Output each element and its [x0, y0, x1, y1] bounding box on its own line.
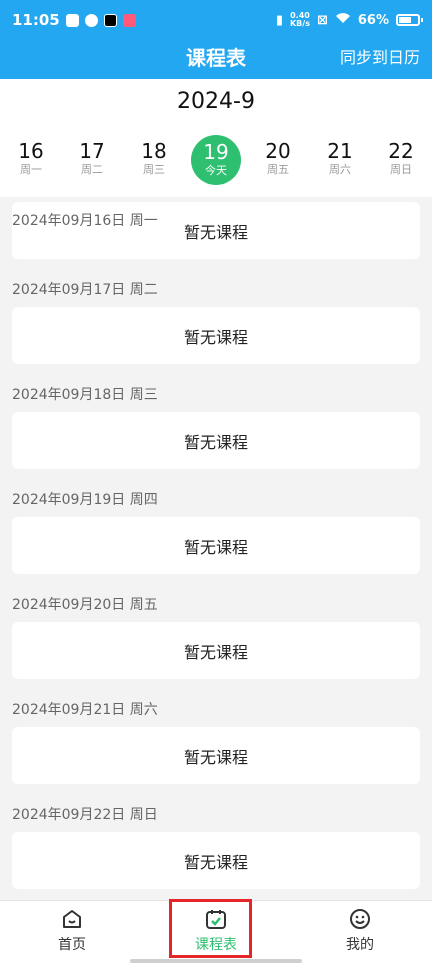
sync-to-calendar-button[interactable]: 同步到日历 — [340, 44, 420, 68]
home-icon — [63, 910, 81, 928]
no-course-text: 暂无课程 — [183, 327, 248, 347]
day-20[interactable]: 20 周五 — [253, 135, 303, 185]
nav-home-label: 首页 — [58, 937, 86, 953]
home-indicator[interactable] — [130, 959, 302, 963]
app-badge-icon — [122, 13, 136, 27]
week-strip: 16 周一 17 周二 18 周三 19 今天 20 周五 21 周六 22 周… — [0, 135, 432, 187]
network-speed: 0.40 KB/s — [290, 12, 310, 28]
month-label: 2024-9 — [177, 89, 255, 114]
day-weekday: 周二 — [81, 163, 103, 176]
course-card[interactable]: 暂无课程 — [12, 622, 420, 679]
course-card[interactable]: 暂无课程 — [12, 832, 420, 889]
nav-mine[interactable]: 我的 — [315, 907, 405, 954]
smiley-icon — [350, 909, 370, 929]
network-speed-unit: KB/s — [289, 19, 310, 28]
nav-mine-label: 我的 — [346, 937, 374, 953]
course-card[interactable]: 暂无课程 — [12, 517, 420, 574]
day-number: 18 — [141, 139, 167, 163]
day-weekday: 周一 — [20, 163, 42, 176]
day-number: 21 — [327, 139, 353, 163]
app-notification-icon — [84, 13, 98, 27]
no-course-text: 暂无课程 — [183, 432, 248, 452]
wifi-icon — [335, 12, 351, 28]
highlight-box — [169, 899, 252, 958]
course-card[interactable]: 暂无课程 — [12, 727, 420, 784]
battery-percent: 66% — [357, 12, 389, 28]
vibrate-icon: ▮ — [275, 12, 283, 28]
date-label: 2024年09月20日 周五 — [12, 597, 158, 613]
sim-icon: ⊠ — [316, 12, 328, 28]
status-right: ▮ 0.40 KB/s ⊠ 66% — [275, 12, 423, 28]
title-bar: 课程表 同步到日历 — [0, 40, 432, 79]
date-label: 2024年09月16日 周一 — [12, 213, 158, 229]
date-label: 2024年09月19日 周四 — [12, 492, 158, 508]
no-course-text: 暂无课程 — [183, 642, 248, 662]
calendar-notification-icon — [65, 13, 79, 27]
day-number: 22 — [388, 139, 414, 163]
tiktok-notification-icon — [103, 13, 117, 27]
day-21[interactable]: 21 周六 — [315, 135, 365, 185]
day-19-today[interactable]: 19 今天 — [191, 135, 241, 185]
day-number: 20 — [265, 139, 291, 163]
no-course-text: 暂无课程 — [183, 222, 248, 242]
day-18[interactable]: 18 周三 — [129, 135, 179, 185]
week-calendar: 2024-9 16 周一 17 周二 18 周三 19 今天 20 周五 21 … — [0, 79, 432, 197]
day-weekday: 周三 — [143, 163, 165, 176]
day-weekday: 今天 — [205, 164, 227, 177]
course-card[interactable]: 暂无课程 — [12, 412, 420, 469]
no-course-text: 暂无课程 — [183, 852, 248, 872]
day-weekday: 周六 — [329, 163, 351, 176]
status-left: 11:05 — [12, 11, 136, 29]
status-bar: 11:05 ▮ 0.40 KB/s ⊠ 66% — [0, 0, 432, 40]
day-number: 19 — [203, 140, 229, 164]
no-course-text: 暂无课程 — [183, 747, 248, 767]
schedule-list[interactable]: 暂无课程 2024年09月16日 周一 2024年09月17日 周二 暂无课程 … — [0, 197, 432, 900]
day-17[interactable]: 17 周二 — [67, 135, 117, 185]
day-weekday: 周日 — [390, 163, 412, 176]
day-weekday: 周五 — [267, 163, 289, 176]
status-time: 11:05 — [12, 11, 60, 29]
day-16[interactable]: 16 周一 — [6, 135, 56, 185]
date-label: 2024年09月22日 周日 — [12, 807, 158, 823]
date-label: 2024年09月18日 周三 — [12, 387, 158, 403]
day-22[interactable]: 22 周日 — [376, 135, 426, 185]
course-card[interactable]: 暂无课程 — [12, 307, 420, 364]
day-number: 17 — [79, 139, 105, 163]
nav-home[interactable]: 首页 — [27, 907, 117, 954]
battery-icon — [396, 14, 423, 26]
date-label: 2024年09月17日 周二 — [12, 282, 158, 298]
no-course-text: 暂无课程 — [183, 537, 248, 557]
date-label: 2024年09月21日 周六 — [12, 702, 158, 718]
day-number: 16 — [18, 139, 44, 163]
top-bar: 11:05 ▮ 0.40 KB/s ⊠ 66% 课程表 同步到日历 — [0, 0, 432, 79]
